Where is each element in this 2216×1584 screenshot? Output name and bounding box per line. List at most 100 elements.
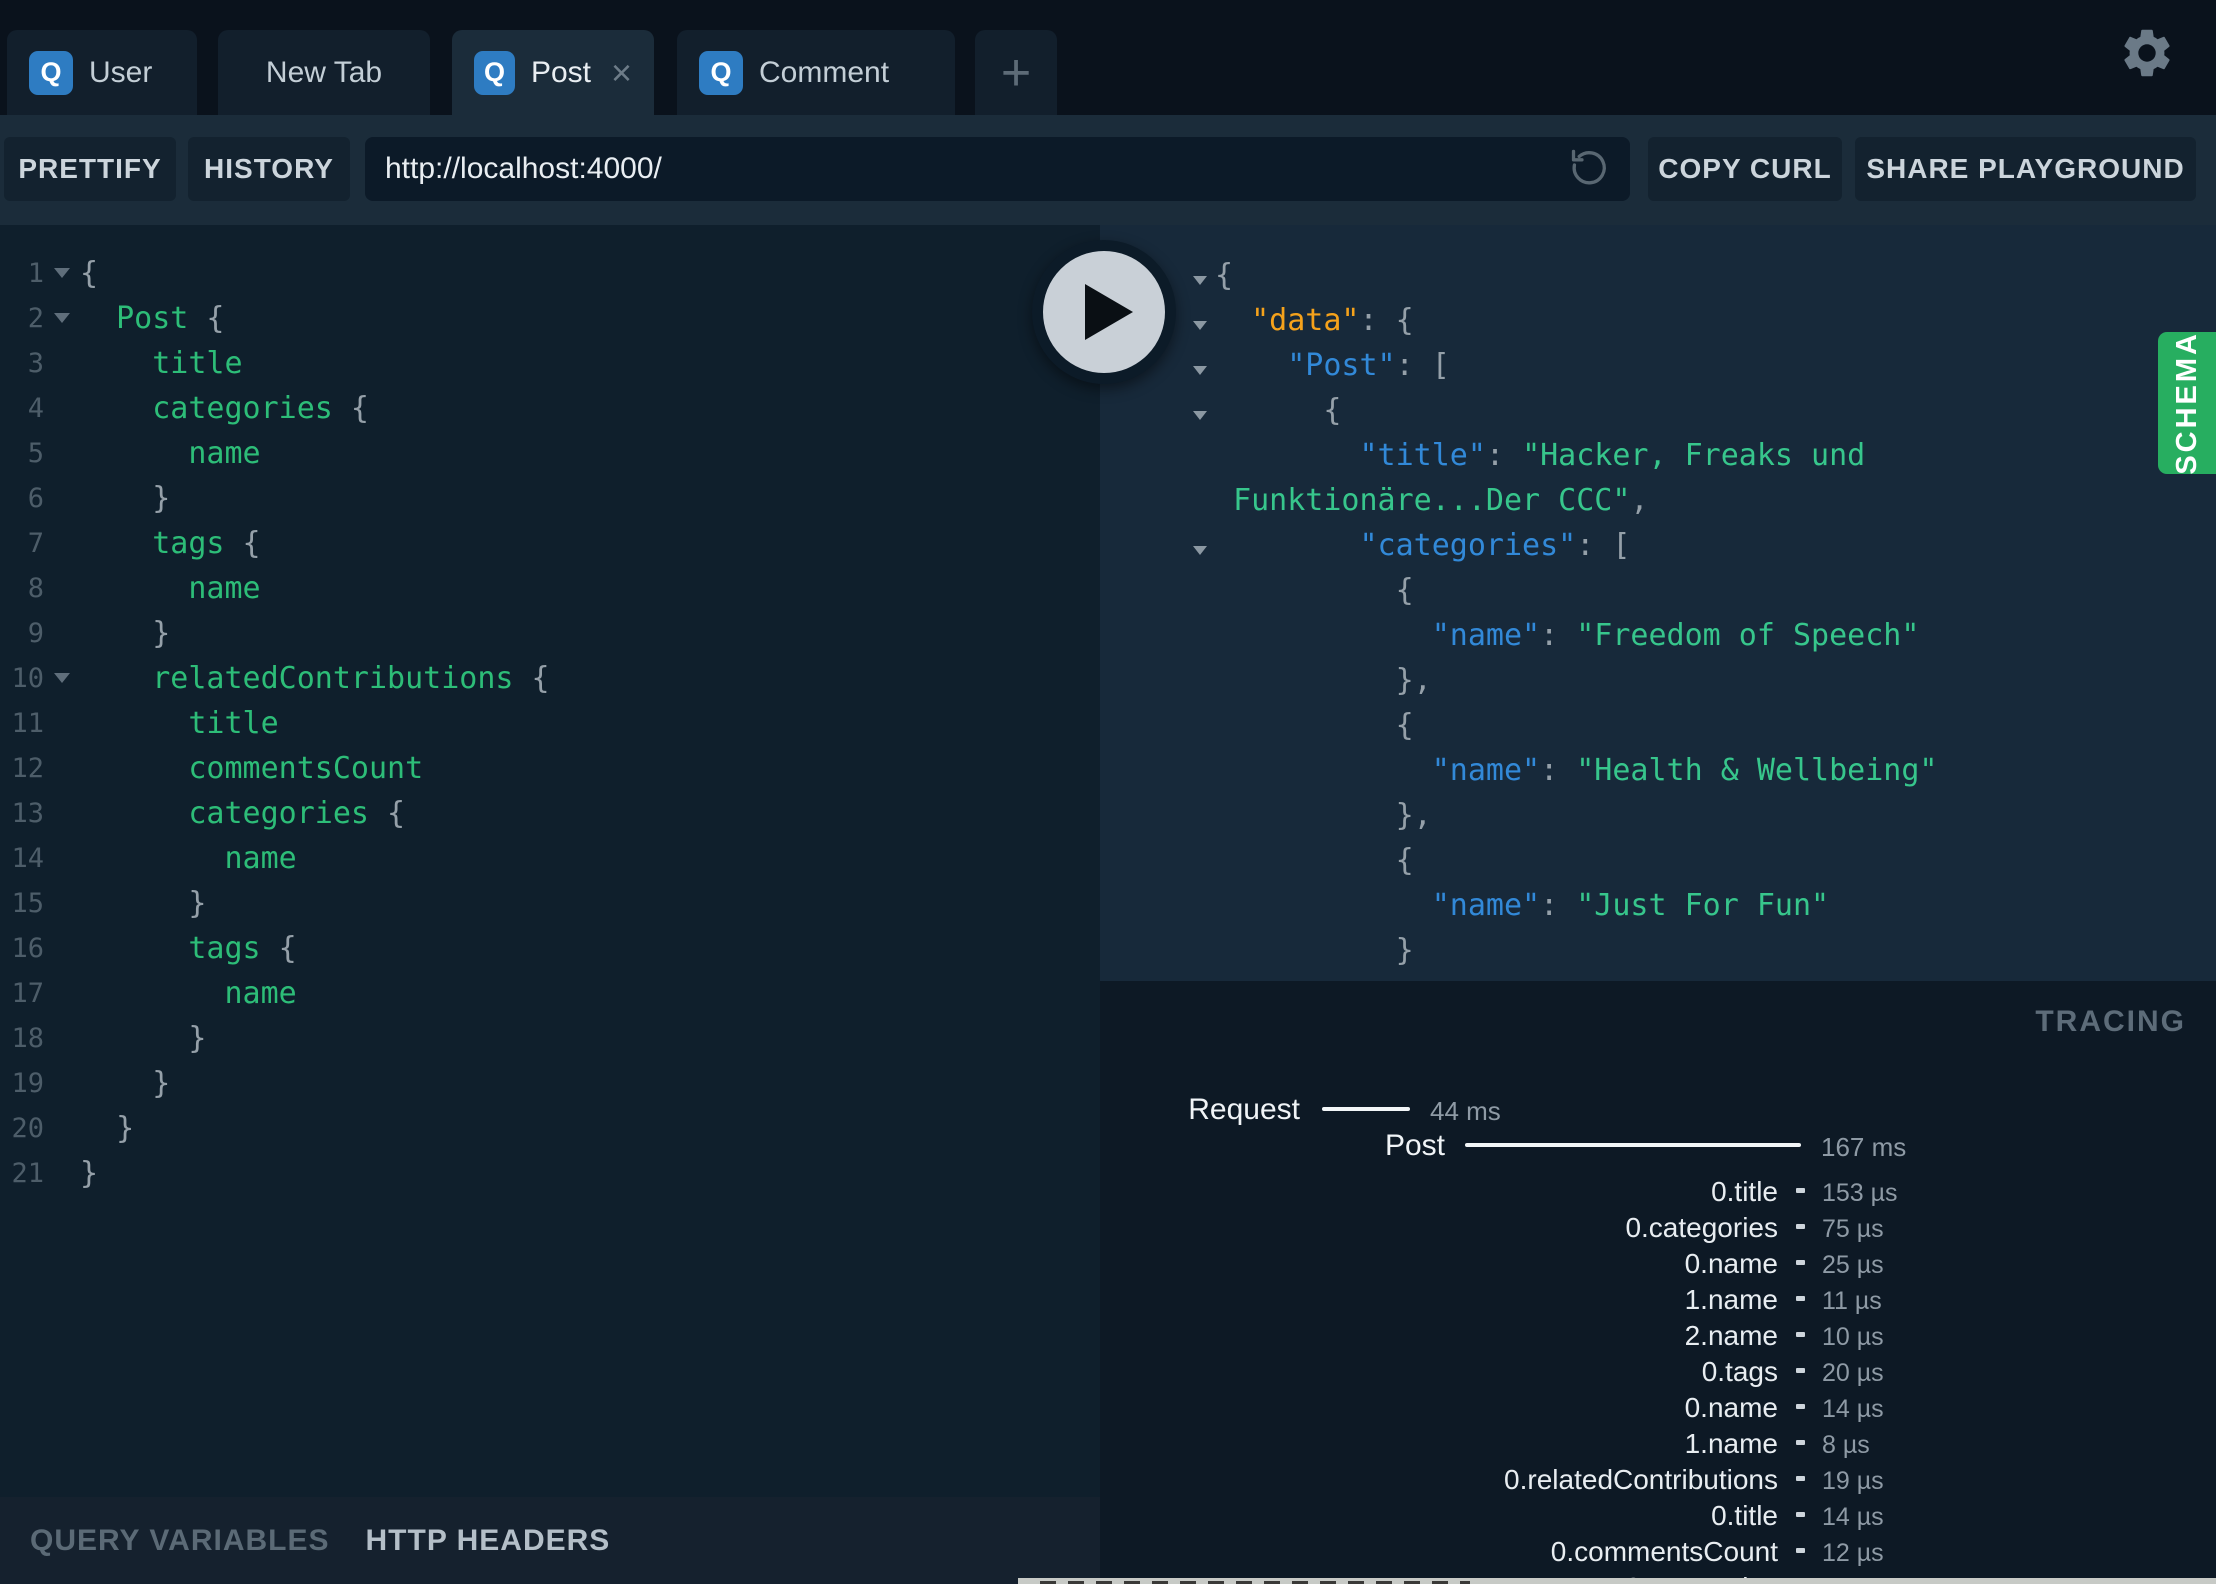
execute-query-button[interactable] xyxy=(1032,240,1176,384)
code-token: "title" xyxy=(1359,438,1486,473)
close-icon[interactable]: × xyxy=(611,54,632,91)
query-variables-tab[interactable]: QUERY VARIABLES xyxy=(30,1524,330,1558)
editor-line[interactable]: 7 tags { xyxy=(0,521,1100,566)
fold-slot xyxy=(44,296,80,341)
editor-line[interactable]: 9 } xyxy=(0,611,1100,656)
http-headers-tab[interactable]: HTTP HEADERS xyxy=(366,1524,611,1558)
editor-line[interactable]: 17 name xyxy=(0,971,1100,1016)
prettify-button[interactable]: PRETTIFY xyxy=(4,137,176,201)
code-token: "Just For Fun" xyxy=(1576,888,1830,923)
code-token: : xyxy=(1485,438,1523,473)
code-text: { xyxy=(1215,393,1341,428)
tab-post[interactable]: Q Post × xyxy=(452,30,654,115)
line-number: 1 xyxy=(27,258,44,289)
editor-line[interactable]: 11 title xyxy=(0,701,1100,746)
settings-gear-icon[interactable] xyxy=(2118,24,2176,82)
bottom-cutoff-strip xyxy=(1018,1578,2216,1584)
code-token: tags xyxy=(188,931,261,966)
code-text: name xyxy=(80,571,260,606)
editor-line[interactable]: 10 relatedContributions { xyxy=(0,656,1100,701)
add-tab-button[interactable]: + xyxy=(975,30,1057,115)
line-number: 3 xyxy=(27,348,44,379)
code-token: Post xyxy=(116,301,189,336)
endpoint-url-input[interactable]: http://localhost:4000/ xyxy=(365,137,1630,201)
editor-line[interactable]: 1{ xyxy=(0,251,1100,296)
code-text: { xyxy=(1215,573,1414,608)
tracing-span-time: 44 ms xyxy=(1430,1096,1501,1126)
editor-line[interactable]: 13 categories { xyxy=(0,791,1100,836)
tracing-resolver-bar xyxy=(1796,1260,1805,1265)
code-token: { xyxy=(1323,393,1342,428)
tracing-row: 0.title 153 µs xyxy=(1100,1173,2216,1209)
line-number: 12 xyxy=(11,753,44,784)
editor-line[interactable]: 18 } xyxy=(0,1016,1100,1061)
fold-arrow-icon[interactable] xyxy=(1193,411,1207,420)
code-text: } xyxy=(80,616,170,651)
response-viewer: { "data": { "Post": [ { "title": "Hacker… xyxy=(1100,225,2216,981)
fold-arrow-icon[interactable] xyxy=(1193,546,1207,555)
query-editor-lines: 1{2 Post {3 title 4 categories {5 name 6 }… xyxy=(0,251,1100,1196)
code-text: categories { xyxy=(80,796,405,831)
tab-new-tab[interactable]: New Tab xyxy=(218,30,430,115)
tab-label: New Tab xyxy=(265,55,383,89)
editor-line[interactable]: 12 commentsCount xyxy=(0,746,1100,791)
editor-line[interactable]: 4 categories { xyxy=(0,386,1100,431)
editor-line[interactable]: 21} xyxy=(0,1151,1100,1196)
code-text: { xyxy=(1215,258,1233,293)
code-token: "Freedom of Speech" xyxy=(1576,618,1920,653)
line-number: 8 xyxy=(27,573,44,604)
tab-comment[interactable]: Q Comment xyxy=(677,30,955,115)
fold-arrow-icon[interactable] xyxy=(54,313,70,323)
code-text: } xyxy=(80,1111,134,1146)
fold-arrow-icon[interactable] xyxy=(1193,276,1207,285)
fold-arrow-icon[interactable] xyxy=(54,673,70,683)
fold-slot xyxy=(1185,298,1215,343)
code-text: tags { xyxy=(80,526,260,561)
code-token: : xyxy=(1540,753,1577,788)
code-text: "data": { xyxy=(1215,303,1414,338)
editor-line[interactable]: 6 } xyxy=(0,476,1100,521)
editor-line[interactable]: 20 } xyxy=(0,1106,1100,1151)
share-playground-button[interactable]: SHARE PLAYGROUND xyxy=(1855,137,2196,201)
tab-label: Comment xyxy=(759,55,890,89)
code-text: "name": "Just For Fun" xyxy=(1215,888,1829,923)
editor-line[interactable]: 5 name xyxy=(0,431,1100,476)
editor-line[interactable]: 14 name xyxy=(0,836,1100,881)
editor-line[interactable]: 16 tags { xyxy=(0,926,1100,971)
fold-arrow-icon[interactable] xyxy=(1193,366,1207,375)
tracing-resolver-bar xyxy=(1796,1476,1805,1481)
editor-line[interactable]: 3 title xyxy=(0,341,1100,386)
schema-tab-button[interactable]: SCHEMA xyxy=(2158,331,2216,475)
query-editor[interactable]: 1{2 Post {3 title 4 categories {5 name 6 }… xyxy=(0,225,1100,1497)
tracing-resolver-label: 0.tags xyxy=(1701,1356,1778,1387)
tracing-span-bar xyxy=(1465,1143,1801,1147)
code-token: commentsCount xyxy=(188,751,424,786)
code-token: { xyxy=(513,661,550,696)
editor-line[interactable]: 15 } xyxy=(0,881,1100,926)
tracing-resolver-label: 0.relatedContributions xyxy=(1504,1464,1778,1495)
fold-arrow-icon[interactable] xyxy=(1193,321,1207,330)
tracing-resolver-label: 0.name xyxy=(1684,1392,1778,1423)
editor-line[interactable]: 8 name xyxy=(0,566,1100,611)
code-token: { xyxy=(1395,708,1414,743)
code-token: { xyxy=(1395,573,1414,608)
editor-line[interactable]: 2 Post { xyxy=(0,296,1100,341)
tab-user[interactable]: Q User xyxy=(7,30,197,115)
tracing-resolver-bar xyxy=(1796,1368,1805,1373)
editor-line[interactable]: 19 } xyxy=(0,1061,1100,1106)
history-button[interactable]: HISTORY xyxy=(188,137,350,201)
fold-arrow-icon[interactable] xyxy=(54,268,70,278)
copy-curl-button[interactable]: COPY CURL xyxy=(1648,137,1842,201)
reload-icon[interactable] xyxy=(1566,147,1610,191)
